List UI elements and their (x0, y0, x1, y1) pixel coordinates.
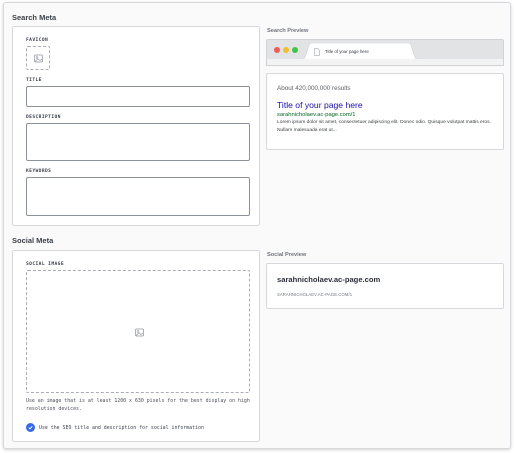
seo-checkbox[interactable] (26, 423, 35, 432)
results-count: About 420,000,000 results (277, 85, 351, 92)
image-icon (135, 328, 144, 337)
title-input[interactable] (26, 86, 250, 107)
favicon-label: FAVICON (26, 38, 49, 43)
seo-checkbox-label[interactable]: Use the SEO title and description for so… (39, 425, 204, 431)
result-description: Lorem ipsum dolor sit amet, consectetuer… (277, 120, 491, 133)
page-icon (314, 48, 320, 56)
social-preview-card: sarahnicholaev.ac-page.com SARAHNICHOLAE… (266, 263, 504, 309)
social-url: SARAHNICHOLAEV.AC-PAGE.COM/1 (277, 292, 353, 297)
social-meta-card: SOCIAL IMAGE Use an image that is at lea… (12, 250, 260, 442)
minimize-dot-icon (283, 47, 289, 53)
social-meta-heading: Social Meta (12, 236, 54, 245)
browser-bar (266, 59, 504, 66)
title-label: TITLE (26, 78, 42, 83)
search-meta-card: FAVICON TITLE DESCRIPTION KEYWORDS (12, 26, 260, 226)
settings-panel: Search Meta FAVICON TITLE DESCRIPTION KE… (3, 2, 511, 449)
result-url: sarahnicholaev.ac-page.com/1 (277, 112, 356, 118)
keywords-textarea[interactable] (26, 177, 250, 216)
tab-title: Title of your page here (325, 49, 369, 54)
result-title: Title of your page here (277, 100, 363, 110)
keywords-label: KEYWORDS (26, 169, 52, 174)
search-preview-heading: Search Preview (267, 28, 309, 34)
checkmark-icon (28, 425, 33, 430)
favicon-upload[interactable] (26, 46, 50, 70)
social-domain: sarahnicholaev.ac-page.com (277, 275, 381, 284)
search-result-preview: About 420,000,000 results Title of your … (266, 73, 504, 150)
social-image-label: SOCIAL IMAGE (26, 262, 64, 267)
search-meta-heading: Search Meta (12, 13, 57, 22)
image-icon (34, 54, 43, 63)
browser-chrome: Title of your page here (266, 39, 504, 60)
close-dot-icon (274, 47, 280, 53)
social-preview-heading: Social Preview (267, 252, 307, 258)
social-image-hint: Use an image that is at least 1200 x 630… (26, 398, 250, 413)
description-textarea[interactable] (26, 123, 250, 161)
social-image-upload[interactable] (26, 270, 250, 393)
maximize-dot-icon (292, 47, 298, 53)
description-label: DESCRIPTION (26, 115, 61, 120)
